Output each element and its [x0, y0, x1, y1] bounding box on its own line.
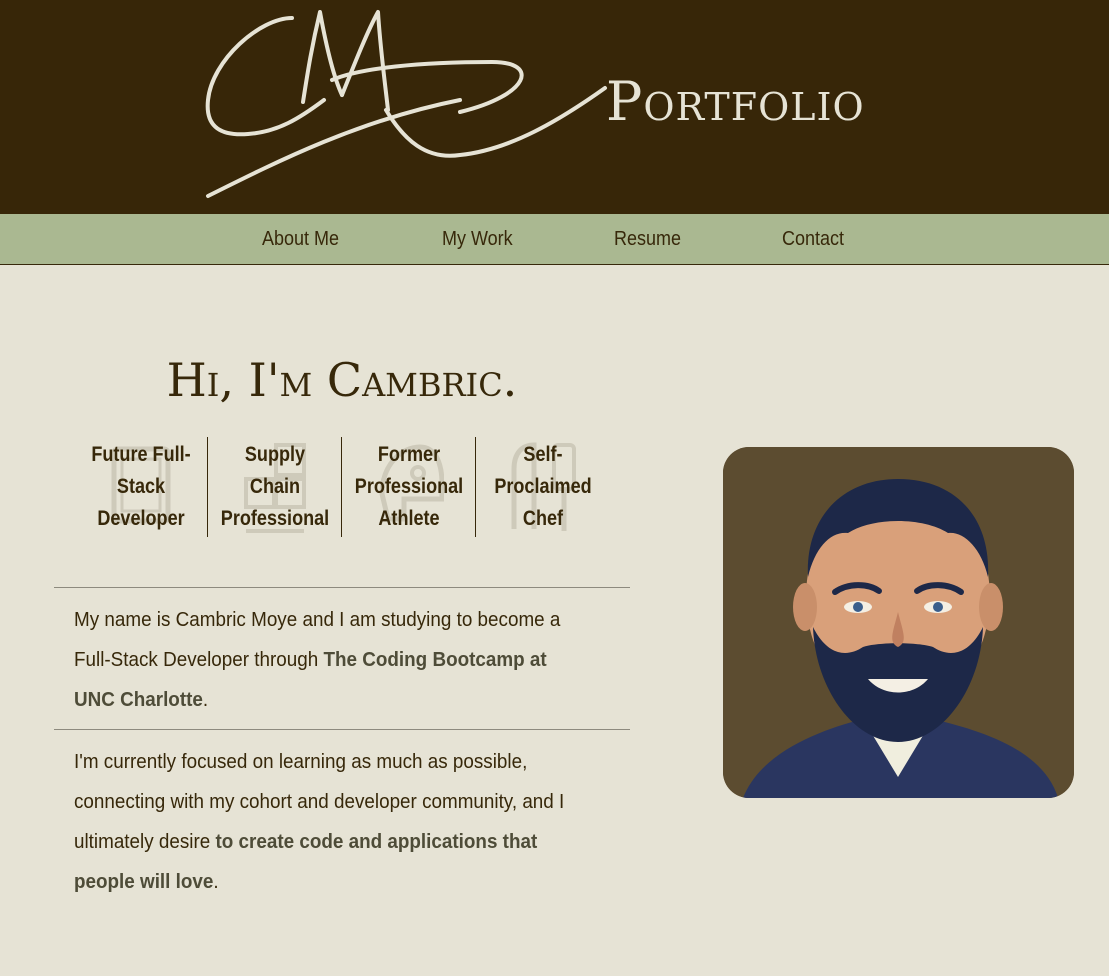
- role-label: Future Full-Stack Developer: [91, 443, 191, 530]
- nav-contact[interactable]: Contact: [782, 214, 844, 264]
- divider: [54, 587, 630, 588]
- role-label: Supply Chain Professional: [220, 443, 330, 530]
- role-item: Supply Chain Professional: [208, 437, 342, 537]
- profile-portrait: [723, 447, 1074, 798]
- roles-row: Future Full-Stack Developer Supply Chain…: [74, 437, 610, 537]
- nav-resume[interactable]: Resume: [614, 214, 681, 264]
- page-title: Hi, I'm Cambric.: [166, 353, 518, 407]
- role-item: Former Professional Athlete: [342, 437, 476, 537]
- focus-paragraph: I'm currently focused on learning as muc…: [74, 742, 571, 902]
- signature-logo-icon: [205, 10, 607, 198]
- site-header: Portfolio: [0, 0, 1109, 214]
- avatar-illustration: [723, 447, 1074, 798]
- nav-my-work[interactable]: My Work: [442, 214, 513, 264]
- role-label: Former Professional Athlete: [354, 443, 464, 530]
- intro-paragraph: My name is Cambric Moye and I am studyin…: [74, 600, 571, 720]
- nav-about-me[interactable]: About Me: [262, 214, 339, 264]
- divider: [54, 729, 630, 730]
- focus-end: .: [213, 870, 219, 893]
- main-nav: About Me My Work Resume Contact: [0, 214, 1109, 265]
- role-label: Self-Proclaimed Chef: [494, 443, 592, 530]
- role-item: Self-Proclaimed Chef: [476, 437, 610, 537]
- header-title: Portfolio: [606, 70, 865, 133]
- intro-end: .: [202, 688, 209, 711]
- role-item: Future Full-Stack Developer: [74, 437, 208, 537]
